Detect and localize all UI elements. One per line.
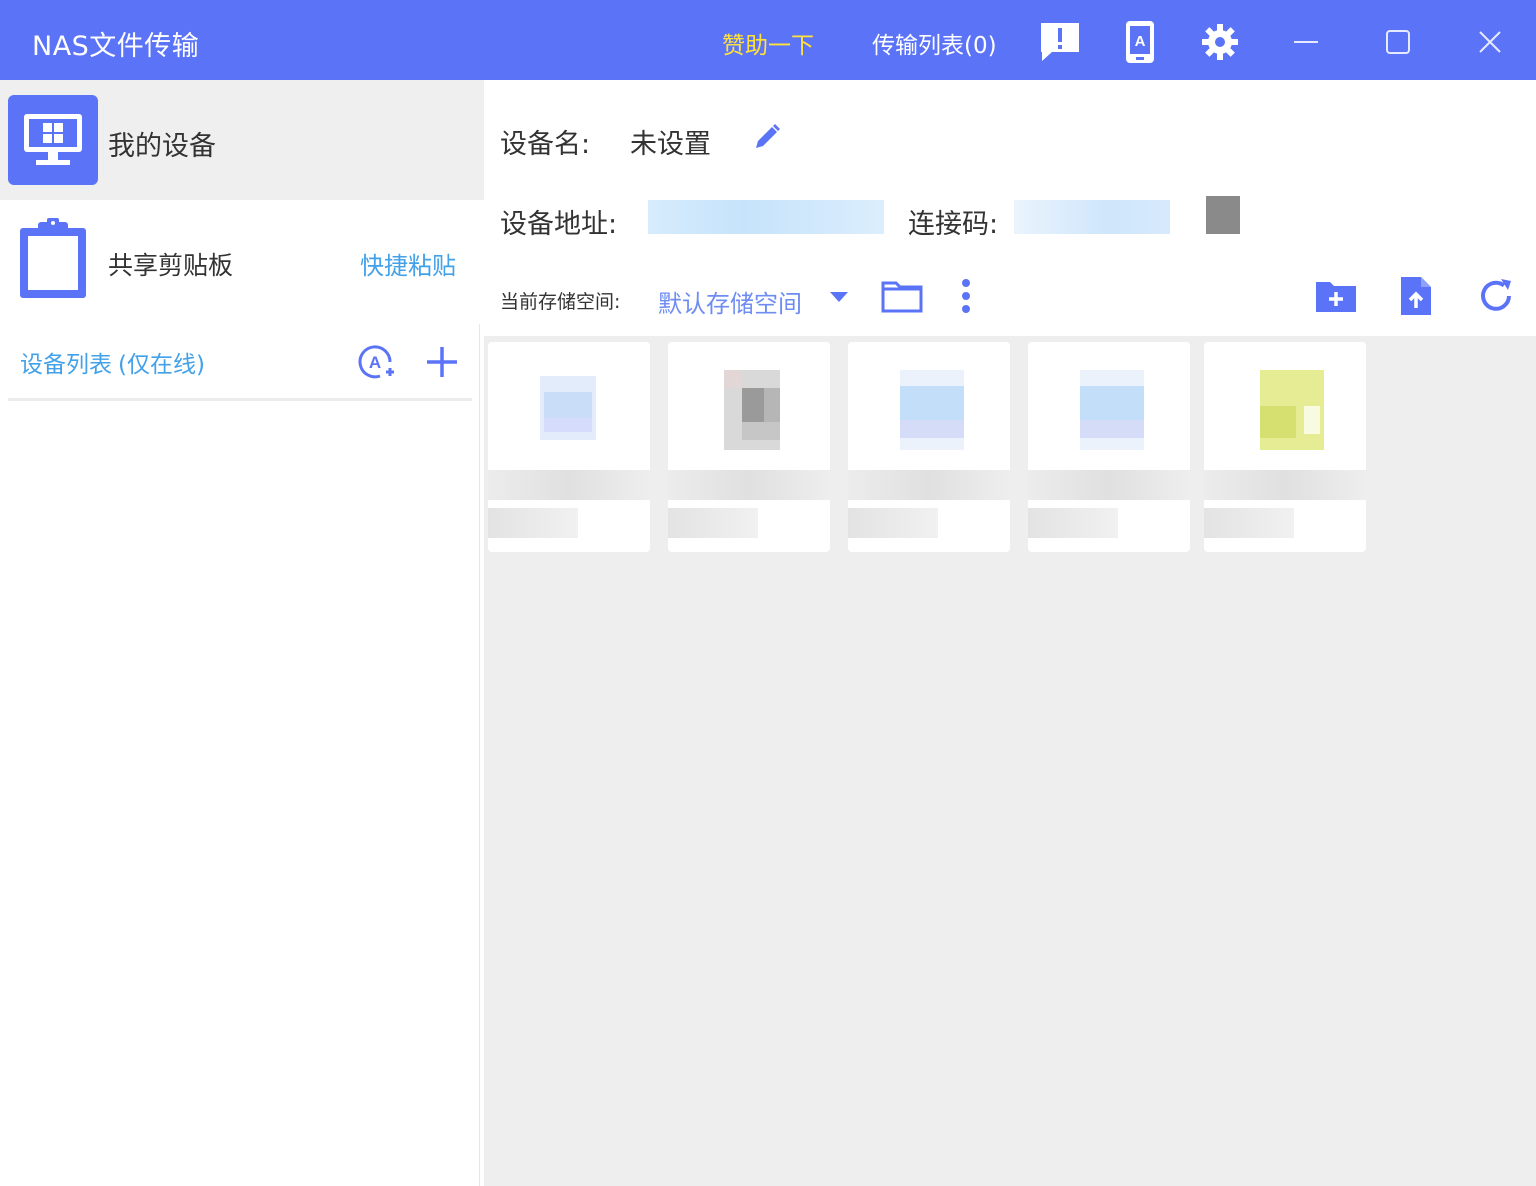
file-item[interactable] — [1028, 342, 1190, 552]
svg-text:A: A — [1135, 33, 1146, 50]
scan-device-button[interactable]: A — [354, 340, 398, 384]
image-file-icon — [1076, 362, 1148, 450]
monitor-icon — [8, 95, 98, 185]
file-name-redacted — [848, 470, 1010, 500]
connection-code-qr-redacted[interactable] — [1206, 196, 1240, 234]
file-name-redacted — [1204, 470, 1366, 500]
device-list-label: 设备列表 — [20, 352, 112, 378]
upload-file-icon[interactable] — [1394, 274, 1438, 318]
more-vertical-icon[interactable] — [950, 276, 982, 316]
image-file-icon — [536, 362, 608, 450]
device-name-value: 未设置 — [630, 129, 711, 160]
app-title: NAS文件传输 — [32, 31, 200, 62]
archive-file-icon — [716, 362, 788, 450]
file-grid — [488, 342, 1368, 552]
main-panel: 设备名: 未设置 设备地址: 连接码: 当前存储空间: 默认存储空间 — [484, 80, 1536, 1186]
device-address-value-redacted — [648, 200, 884, 234]
add-device-button[interactable] — [420, 340, 464, 384]
image-file-icon — [896, 362, 968, 450]
phone-icon[interactable]: A — [1118, 20, 1162, 64]
caret-down-icon[interactable] — [830, 292, 848, 302]
file-meta-redacted — [668, 508, 758, 538]
new-folder-icon[interactable] — [1314, 276, 1358, 316]
file-item[interactable] — [1204, 342, 1366, 552]
connection-code-value-redacted — [1014, 200, 1170, 234]
maximize-icon[interactable] — [1376, 20, 1420, 64]
document-file-icon — [1252, 362, 1324, 450]
clipboard-label: 共享剪贴板 — [108, 251, 234, 280]
sidebar: 我的设备 共享剪贴板 快捷粘贴 设备列表 (仅在线) A — [0, 80, 484, 1186]
file-meta-redacted — [848, 508, 938, 538]
connection-code-label: 连接码: — [908, 209, 999, 240]
close-icon[interactable] — [1468, 20, 1512, 64]
file-name-redacted — [668, 470, 830, 500]
my-device-item[interactable]: 我的设备 — [0, 80, 484, 200]
divider — [8, 398, 472, 401]
file-item[interactable] — [668, 342, 830, 552]
quick-paste-link[interactable]: 快捷粘贴 — [360, 246, 456, 281]
file-meta-redacted — [488, 508, 578, 538]
shared-clipboard-item[interactable]: 共享剪贴板 快捷粘贴 — [0, 200, 480, 324]
sponsor-button[interactable]: 赞助一下 — [722, 26, 814, 60]
file-item[interactable] — [848, 342, 1010, 552]
file-meta-redacted — [1204, 508, 1294, 538]
my-device-label: 我的设备 — [108, 131, 216, 162]
device-address-label: 设备地址: — [500, 209, 618, 240]
file-name-redacted — [488, 470, 650, 500]
edit-icon[interactable] — [750, 120, 784, 154]
plus-icon — [427, 347, 457, 377]
storage-select[interactable]: 默认存储空间 — [658, 284, 802, 319]
storage-label: 当前存储空间: — [500, 291, 621, 313]
transfer-list-button[interactable]: 传输列表(0) — [872, 26, 997, 60]
folder-icon[interactable] — [880, 276, 924, 316]
file-meta-redacted — [1028, 508, 1118, 538]
refresh-icon[interactable] — [1474, 276, 1518, 316]
clipboard-icon — [16, 216, 92, 302]
device-info-panel: 设备名: 未设置 设备地址: 连接码: 当前存储空间: 默认存储空间 — [484, 80, 1536, 336]
file-name-redacted — [1028, 470, 1190, 500]
device-list-online-note: (仅在线) — [118, 352, 205, 378]
auto-scan-icon: A — [358, 345, 394, 379]
title-bar: NAS文件传输 赞助一下 传输列表(0) A — [0, 0, 1536, 80]
file-item[interactable] — [488, 342, 650, 552]
svg-text:A: A — [369, 353, 381, 372]
device-list-header: 设备列表 (仅在线) — [20, 345, 205, 379]
gear-icon[interactable] — [1198, 20, 1242, 64]
minimize-icon[interactable] — [1284, 20, 1328, 64]
device-name-label: 设备名: — [500, 129, 591, 160]
feedback-icon[interactable] — [1038, 20, 1082, 64]
